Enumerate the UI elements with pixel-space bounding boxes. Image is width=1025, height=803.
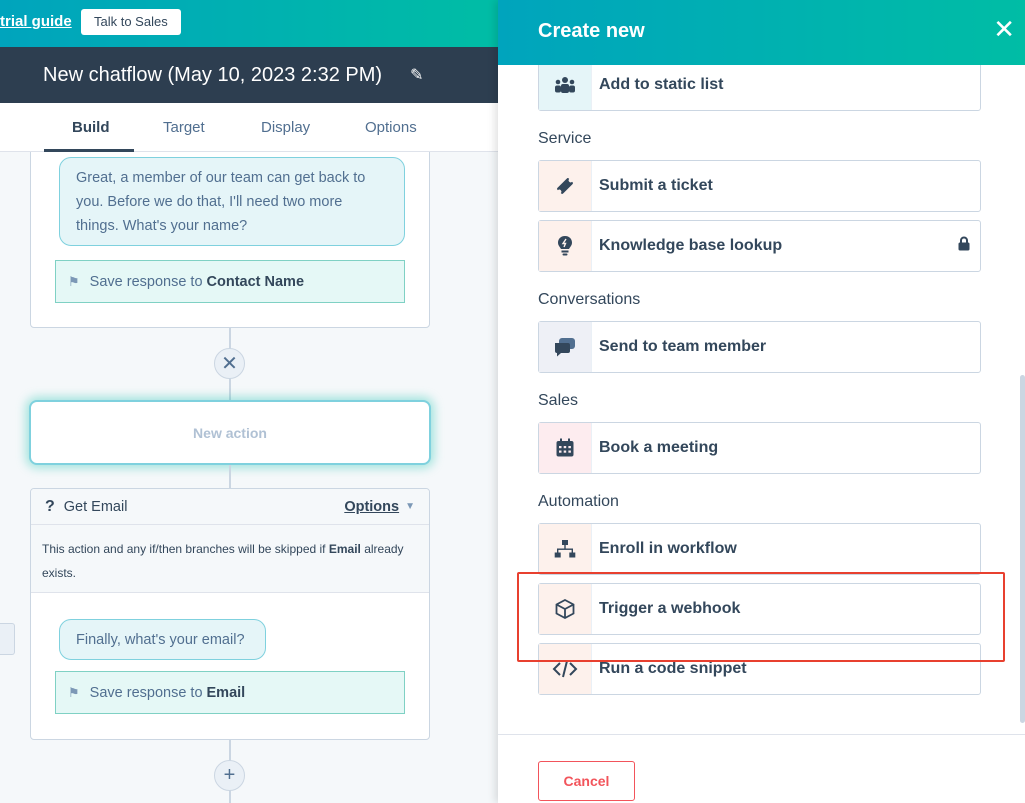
panel-title: Create new [538,20,645,42]
tab-display[interactable]: Display [261,119,310,136]
action-label: Run a code snippet [599,660,747,677]
section-service: Service [538,130,592,147]
flag-icon: ⚑ [68,684,80,700]
chevron-down-icon[interactable]: ▼ [405,501,415,512]
section-sales: Sales [538,392,579,409]
action-label: Knowledge base lookup [599,237,783,254]
new-action-placeholder[interactable]: New action [29,400,431,465]
save-response-email: ⚑ Save response to Email [55,671,405,714]
action-send-to-team-member[interactable]: Send to team member [538,321,981,373]
action-book-meeting[interactable]: Book a meeting [538,422,981,474]
flow-canvas: Great, a member of our team can get back… [0,152,498,803]
action-knowledge-base-lookup[interactable]: Knowledge base lookup [538,220,981,272]
calendar-icon [539,423,592,473]
cancel-button[interactable]: Cancel [538,761,635,801]
workflow-tree-icon [539,524,592,574]
tab-options[interactable]: Options [365,119,417,136]
action-label: Add to static list [599,76,724,93]
skip-note: This action and any if/then branches wil… [31,525,429,593]
panel-scrollbar[interactable] [1020,375,1025,723]
action-label: Send to team member [599,338,767,355]
add-step-plus-icon[interactable]: + [214,760,245,791]
remove-step-close-icon[interactable]: ✕ [214,348,245,379]
highlight-annotation-box [517,572,1005,662]
lightbulb-icon [539,221,592,271]
email-question-bubble: Finally, what's your email? [59,619,266,660]
options-dropdown[interactable]: Options [344,499,399,515]
tab-target[interactable]: Target [163,119,205,136]
connector-line [229,465,231,488]
chat-bubble-icon [539,322,592,372]
lock-icon [958,236,970,256]
talk-to-sales-button[interactable]: Talk to Sales [81,9,181,35]
save-response-target: Contact Name [206,273,305,290]
action-label: Submit a ticket [599,177,713,194]
action-label: Book a meeting [599,439,719,456]
name-question-bubble: Great, a member of our team can get back… [59,157,405,246]
get-email-title: Get Email [63,498,128,515]
panel-header: Create new ✕ [498,0,1025,65]
question-icon: ? [45,497,55,515]
people-group-icon [539,65,592,110]
save-response-label: Save response to [89,684,203,701]
ask-name-card[interactable]: Great, a member of our team can get back… [30,152,430,328]
canvas-side-tab[interactable] [0,623,15,655]
edit-title-pencil-icon[interactable]: ✎ [410,65,423,85]
action-enroll-in-workflow[interactable]: Enroll in workflow [538,523,981,575]
trial-guide-link[interactable]: trial guide [0,13,72,30]
save-response-target: Email [206,684,246,701]
action-add-static-list[interactable]: Add to static list [538,65,981,111]
save-response-label: Save response to [89,273,203,290]
builder-tabs: Build Target Display Options [0,103,498,152]
skip-note-field: Email [328,542,361,556]
create-new-panel: Create new ✕ Add to static list Service … [498,0,1025,803]
save-response-contact-name: ⚑ Save response to Contact Name [55,260,405,303]
action-label: Enroll in workflow [599,540,737,557]
get-email-header: ? Get Email Options ▼ [31,489,429,525]
skip-note-text: This action and any if/then branches wil… [42,542,326,556]
tab-build[interactable]: Build [72,119,110,136]
panel-footer: Cancel [498,734,1025,803]
top-banner: trial guide Talk to Sales [0,0,498,47]
flag-icon: ⚑ [68,273,80,289]
section-automation: Automation [538,493,619,510]
action-submit-ticket[interactable]: Submit a ticket [538,160,981,212]
close-icon[interactable]: ✕ [993,16,1015,42]
get-email-card[interactable]: ? Get Email Options ▼ This action and an… [30,488,430,740]
section-conversations: Conversations [538,291,641,308]
chatflow-title: New chatflow (May 10, 2023 2:32 PM) [43,64,383,86]
chatflow-header: New chatflow (May 10, 2023 2:32 PM) ✎ [0,47,498,103]
ticket-icon [539,161,592,211]
